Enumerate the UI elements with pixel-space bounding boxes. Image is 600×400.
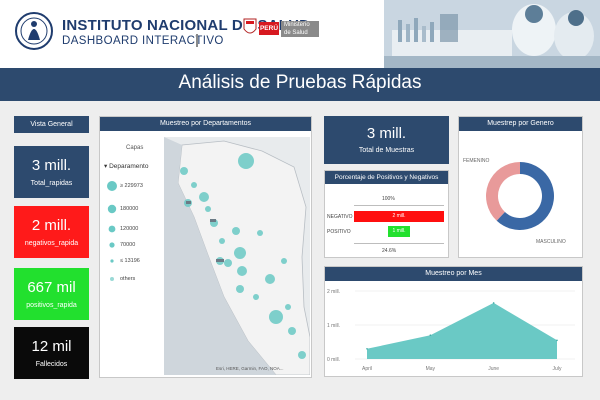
legend-item: ≤ 13196 (120, 258, 140, 264)
legend-item: ≥ 229973 (120, 183, 143, 189)
text-cursor (196, 34, 198, 47)
data-point[interactable] (556, 339, 558, 342)
ministry-line2: de Salud (284, 29, 308, 36)
total-samples-card[interactable]: 3 mill. Total de Muestras (324, 116, 449, 164)
kpi-fallecidos[interactable]: 12 mil Fallecidos (14, 327, 89, 379)
funnel-bottom-line (354, 243, 444, 244)
total-samples-label: Total de Muestras (358, 147, 415, 154)
area-series[interactable] (367, 302, 557, 359)
kpi-label: positivos_rapida (26, 302, 77, 309)
legend-value: 13196 (124, 258, 140, 264)
kpi-value: 667 mil (27, 279, 76, 296)
negativo-value: 2 mill. (392, 213, 406, 219)
legend-item: others (120, 276, 136, 282)
positivo-bar[interactable]: 1 mill. (387, 226, 411, 237)
org-subtitle: DASHBOARD INTERACTIVO (62, 35, 224, 47)
peru-map[interactable] (164, 137, 310, 375)
total-samples-value: 3 mill. (366, 125, 407, 142)
ins-logo-icon (15, 12, 53, 50)
app-header: INSTITUTO NACIONAL DE SALUD DASHBOARD IN… (0, 0, 600, 68)
y-tick-label: 0 mill. (327, 357, 340, 363)
top-percent: 100% (382, 196, 395, 202)
map-attribution: Esri, HERE, Garmin, FAO, NOA... (216, 366, 284, 371)
kpi-positivos[interactable]: 667 mil positivos_rapida (14, 268, 89, 320)
legend-item: 180000 (120, 206, 139, 212)
x-tick-label: July (553, 366, 562, 372)
kpi-negativos[interactable]: 2 mill. negativos_rapida (14, 206, 89, 258)
negativo-bar[interactable]: 2 mill. (354, 211, 444, 222)
map-legend (107, 181, 117, 281)
y-tick-label: 1 mill. (327, 323, 340, 329)
title-banner: Análisis de Pruebas Rápidas (0, 68, 600, 101)
female-label: FEMENINO (463, 158, 490, 164)
positivo-label: POSITIVO (327, 229, 351, 235)
legend-dot (110, 259, 114, 263)
legend-item: 70000 (120, 242, 136, 248)
y-tick-label: 2 mill. (327, 289, 340, 295)
neg-pos-header: Porcentaje de Positivos y Negativos (325, 171, 448, 184)
data-point[interactable] (492, 302, 495, 304)
donut-slice-femenino[interactable] (486, 162, 520, 221)
kpi-value: 2 mill. (31, 217, 72, 234)
x-tick-label: May (426, 366, 436, 372)
funnel-top-line (354, 205, 444, 206)
gender-donut-chart[interactable] (480, 148, 560, 244)
ministry-logo: PERÚ Ministerio de Salud (243, 17, 319, 41)
legend-dot (107, 204, 117, 214)
layer-name: Deparamento (109, 163, 149, 170)
kpi-label: negativos_rapida (24, 240, 79, 247)
overview-header: Vista General (14, 116, 89, 133)
peru-shield-icon (243, 18, 257, 34)
kpi-value: 3 mill. (31, 157, 72, 174)
ministry-line1: Ministerio (284, 22, 310, 28)
kpi-label: Total_rapidas (30, 180, 73, 187)
male-label: MASCULINO (536, 239, 566, 245)
chart-title: Muestreo por Mes (325, 267, 582, 281)
x-tick-label: April (362, 366, 372, 372)
x-tick-label: June (488, 366, 499, 372)
kpi-label: Fallecidos (35, 361, 68, 368)
page-title: Análisis de Pruebas Rápidas (178, 72, 422, 93)
data-point[interactable] (366, 348, 368, 350)
data-point[interactable] (429, 334, 432, 336)
legend-item: 120000 (120, 226, 139, 232)
legend-dot (108, 225, 116, 233)
negativo-label: NEGATIVO (327, 214, 353, 220)
ministry-label: Ministerio de Salud (281, 21, 319, 37)
monthly-area-chart[interactable]: 0 mill. 1 mill. 2 mill. April May June July (325, 281, 582, 376)
legend-dot (110, 277, 114, 281)
gender-header: Muestrep por Genero (459, 117, 582, 131)
peru-badge: PERÚ (259, 22, 279, 35)
layer-toggle[interactable]: ▾ Deparamento (104, 162, 148, 170)
lab-photo (384, 0, 600, 68)
positivo-value: 1 mill. (392, 228, 406, 234)
departments-map-header: Muestreo por Departamentos (100, 117, 311, 131)
bottom-percent: 24.6% (382, 248, 397, 254)
layers-label: Capas (126, 145, 144, 151)
legend-dot (109, 242, 115, 248)
legend-value: 229973 (124, 183, 143, 189)
kpi-value: 12 mil (31, 338, 72, 355)
legend-dot (107, 181, 117, 191)
kpi-total-rapidas[interactable]: 3 mill. Total_rapidas (14, 146, 89, 198)
